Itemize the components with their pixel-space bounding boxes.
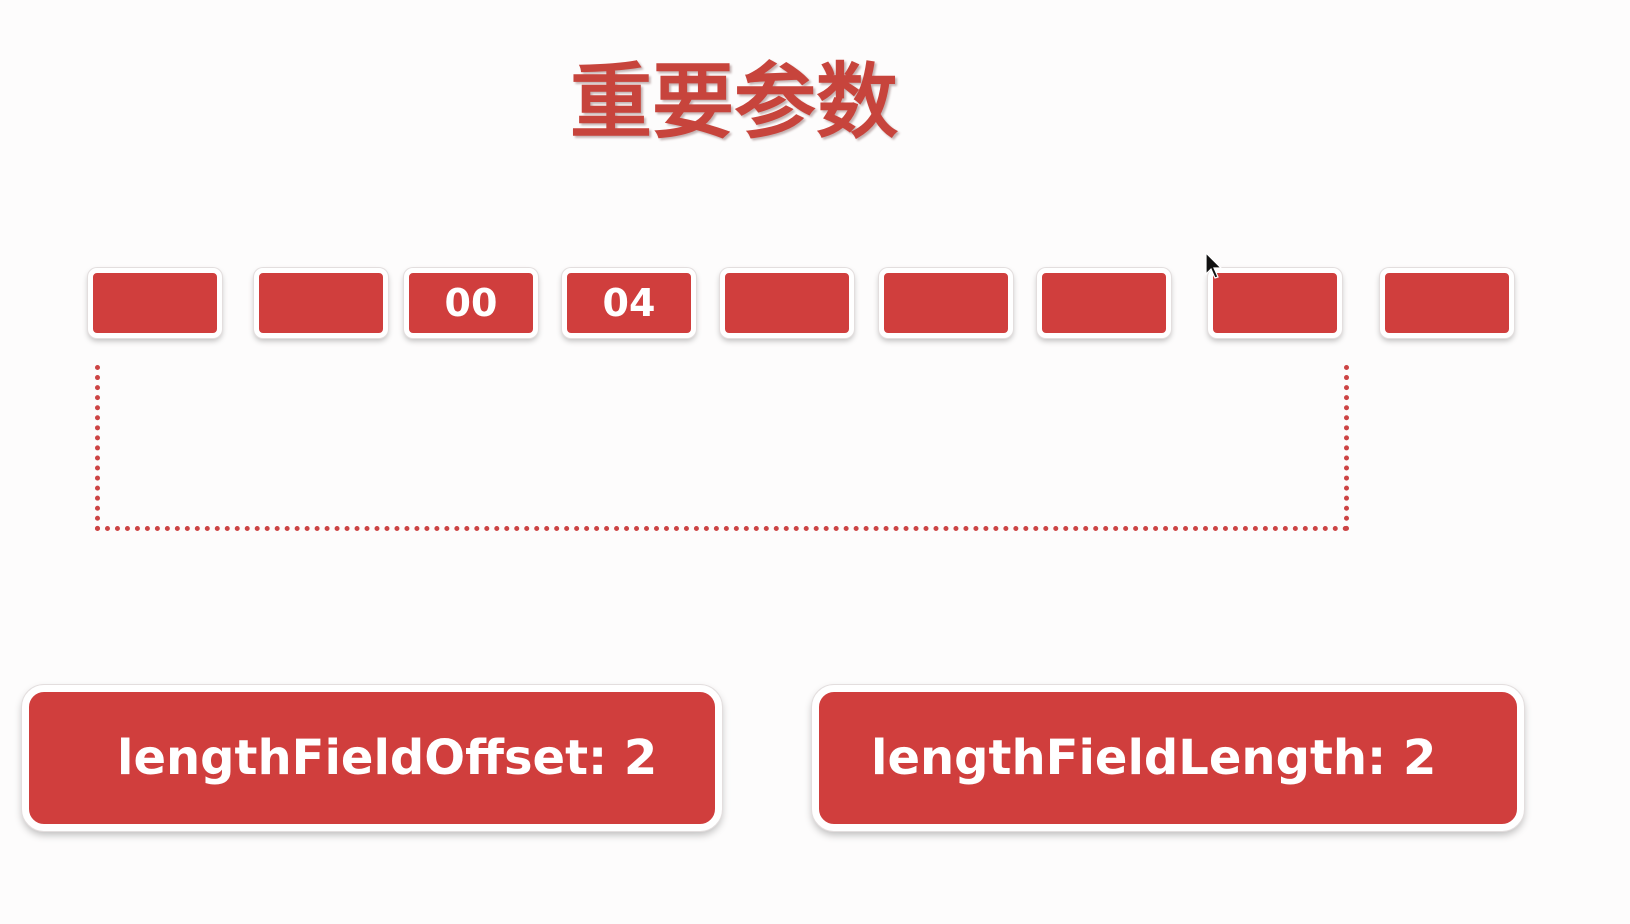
byte-cell-3: 00 [404, 268, 538, 338]
byte-cell-7 [1037, 268, 1171, 338]
byte-cell-9 [1380, 268, 1514, 338]
byte-cell-4: 04 [562, 268, 696, 338]
byte-cell-5 [720, 268, 854, 338]
length-field-length-box: lengthFieldLength: 2 [812, 685, 1524, 831]
byte-cell-2 [254, 268, 388, 338]
mouse-pointer-icon [1205, 252, 1223, 279]
length-field-offset-box: lengthFieldOffset: 2 [22, 685, 722, 831]
page-title: 重要参数 [570, 55, 899, 150]
byte-cell-8 [1208, 268, 1342, 338]
byte-cell-6 [879, 268, 1013, 338]
dotted-bracket [95, 365, 1349, 531]
byte-cell-1 [88, 268, 222, 338]
